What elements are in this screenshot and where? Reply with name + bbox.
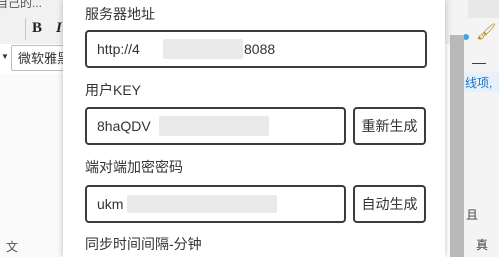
server-address-input[interactable]: http://4 8088 bbox=[85, 30, 427, 68]
editor-document-area[interactable] bbox=[0, 74, 70, 257]
toolbar-separator bbox=[25, 18, 26, 40]
e2e-password-value: ukm bbox=[97, 196, 124, 212]
user-key-input[interactable]: 8haQDV bbox=[85, 107, 346, 145]
server-address-label: 服务器地址 bbox=[85, 6, 155, 22]
editor-text-fragment: 文 bbox=[6, 240, 19, 254]
sync-settings-dialog: 服务器地址 http://4 8088 用户KEY 8haQDV 重新生成 端对… bbox=[63, 0, 445, 257]
right-panel-link[interactable]: 线项, bbox=[465, 74, 492, 91]
redacted-region bbox=[163, 39, 243, 59]
e2e-password-label: 端对端加密密码 bbox=[85, 159, 183, 175]
user-key-value: 8haQDV bbox=[97, 118, 151, 134]
brush-icon[interactable]: 🖌 bbox=[476, 22, 496, 42]
bold-button[interactable]: B bbox=[32, 20, 42, 37]
server-address-value-suffix: 8088 bbox=[244, 41, 276, 57]
dash-icon: — bbox=[472, 54, 486, 70]
dropdown-arrow-icon[interactable]: ▼ bbox=[1, 52, 9, 61]
redacted-region bbox=[127, 195, 277, 213]
modal-scrollbar-thumb[interactable] bbox=[450, 35, 464, 257]
user-key-label: 用户KEY bbox=[85, 82, 142, 98]
sync-interval-label: 同步时间间隔-分钟 bbox=[85, 236, 202, 252]
server-address-value-prefix: http://4 bbox=[97, 41, 140, 57]
e2e-password-input[interactable]: ukm bbox=[85, 185, 346, 223]
italic-button[interactable]: I bbox=[56, 20, 62, 37]
redacted-region bbox=[159, 116, 269, 136]
auto-generate-password-button[interactable]: 自动生成 bbox=[353, 185, 426, 223]
window-title: 自己的... bbox=[0, 0, 43, 10]
right-panel-text-2: 真 bbox=[476, 238, 489, 252]
right-panel-header bbox=[468, 0, 499, 18]
regenerate-key-button[interactable]: 重新生成 bbox=[353, 107, 426, 145]
right-panel-text: 且 bbox=[466, 208, 479, 222]
